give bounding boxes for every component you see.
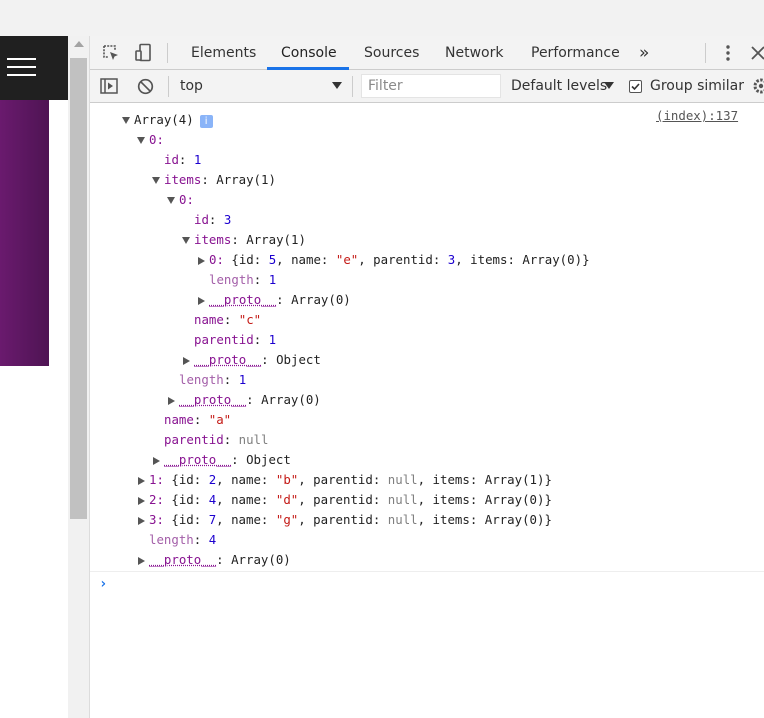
tree-node-0-0-0[interactable]: 0: {id: 5, name: "e", parentid: 3, items… (198, 250, 590, 270)
default-levels-select[interactable]: Default levels (511, 78, 607, 94)
tree-node-0[interactable]: 0: (137, 130, 164, 150)
levels-dropdown-arrow-icon[interactable] (604, 82, 614, 90)
source-link[interactable]: (index):137 (656, 108, 738, 123)
collapsed-arrow-icon[interactable] (138, 477, 145, 485)
scroll-up-arrow-icon[interactable] (74, 41, 84, 47)
prop-parentid: parentid: 1 (194, 330, 276, 350)
tree-node-2[interactable]: 2: {id: 4, name: "d", parentid: null, it… (138, 490, 552, 510)
dropdown-arrow-icon[interactable] (332, 82, 342, 90)
prop-id: id: 3 (194, 210, 231, 230)
expand-arrow-icon[interactable] (122, 117, 130, 124)
prop-length: length: 4 (149, 530, 216, 550)
tabbar-divider-right (705, 43, 706, 63)
tree-node-1[interactable]: 1: {id: 2, name: "b", parentid: null, it… (138, 470, 552, 490)
tree-node-items[interactable]: items: Array(1) (152, 170, 276, 190)
toolbar-divider-2 (352, 76, 353, 97)
tab-elements[interactable]: Elements (191, 36, 256, 70)
checkmark-icon (629, 80, 642, 93)
devtools-panel: Elements Console Sources Network Perform… (90, 36, 764, 718)
prop-name: name: "a" (164, 410, 231, 430)
collapsed-arrow-icon[interactable] (138, 497, 145, 505)
settings-gear-icon[interactable] (752, 77, 764, 95)
group-similar-label: Group similar (650, 78, 744, 94)
clear-console-icon[interactable] (137, 78, 154, 95)
expand-arrow-icon[interactable] (137, 137, 145, 144)
tabbar-divider (167, 43, 168, 63)
prop-name: name: "c" (194, 310, 261, 330)
browser-top-strip (0, 0, 764, 36)
tree-root[interactable]: Array(4) i (122, 110, 213, 130)
expand-arrow-icon[interactable] (152, 177, 160, 184)
more-tabs-icon[interactable]: » (639, 36, 649, 70)
expand-arrow-icon[interactable] (182, 237, 190, 244)
filter-input-box[interactable] (361, 74, 501, 98)
console-prompt[interactable]: › (90, 571, 764, 599)
tree-node-proto[interactable]: __proto__: Array(0) (138, 550, 291, 570)
info-icon[interactable]: i (200, 115, 213, 128)
tree-node-proto[interactable]: __proto__: Object (183, 350, 321, 370)
device-toolbar-icon[interactable] (134, 43, 154, 63)
tab-network[interactable]: Network (445, 36, 503, 70)
tree-node-proto[interactable]: __proto__: Object (153, 450, 291, 470)
prop-length: length: 1 (209, 270, 276, 290)
tree-node-0-0[interactable]: 0: (167, 190, 194, 210)
collapsed-arrow-icon[interactable] (168, 397, 175, 405)
filter-input[interactable] (362, 75, 500, 97)
tree-node-proto[interactable]: __proto__: Array(0) (168, 390, 321, 410)
inspect-element-icon[interactable] (102, 44, 120, 62)
close-devtools-icon[interactable] (750, 44, 764, 62)
hamburger-menu-icon[interactable] (7, 56, 37, 78)
collapsed-arrow-icon[interactable] (138, 517, 145, 525)
context-selector[interactable]: top (180, 78, 203, 94)
prop-id: id: 1 (164, 150, 201, 170)
tree-node-3[interactable]: 3: {id: 7, name: "g", parentid: null, it… (138, 510, 552, 530)
collapsed-arrow-icon[interactable] (183, 357, 190, 365)
prop-length: length: 1 (179, 370, 246, 390)
group-similar-checkbox[interactable] (629, 80, 642, 93)
show-sidebar-icon[interactable] (100, 78, 118, 94)
tab-sources[interactable]: Sources (364, 36, 419, 70)
tab-performance[interactable]: Performance (531, 36, 620, 70)
expand-arrow-icon[interactable] (167, 197, 175, 204)
collapsed-arrow-icon[interactable] (198, 297, 205, 305)
collapsed-arrow-icon[interactable] (138, 557, 145, 565)
prop-parentid: parentid: null (164, 430, 268, 450)
devtools-tabbar: Elements Console Sources Network Perform… (90, 36, 764, 70)
kebab-menu-icon[interactable] (724, 44, 732, 62)
toolbar-divider (168, 76, 169, 97)
collapsed-arrow-icon[interactable] (153, 457, 160, 465)
prompt-chevron-icon: › (99, 576, 107, 592)
page-purple-panel (0, 100, 49, 366)
tree-node-items[interactable]: items: Array(1) (182, 230, 306, 250)
tab-console[interactable]: Console (281, 36, 337, 70)
scrollbar-thumb[interactable] (70, 58, 87, 519)
collapsed-arrow-icon[interactable] (198, 257, 205, 265)
tree-node-proto[interactable]: __proto__: Array(0) (198, 290, 351, 310)
